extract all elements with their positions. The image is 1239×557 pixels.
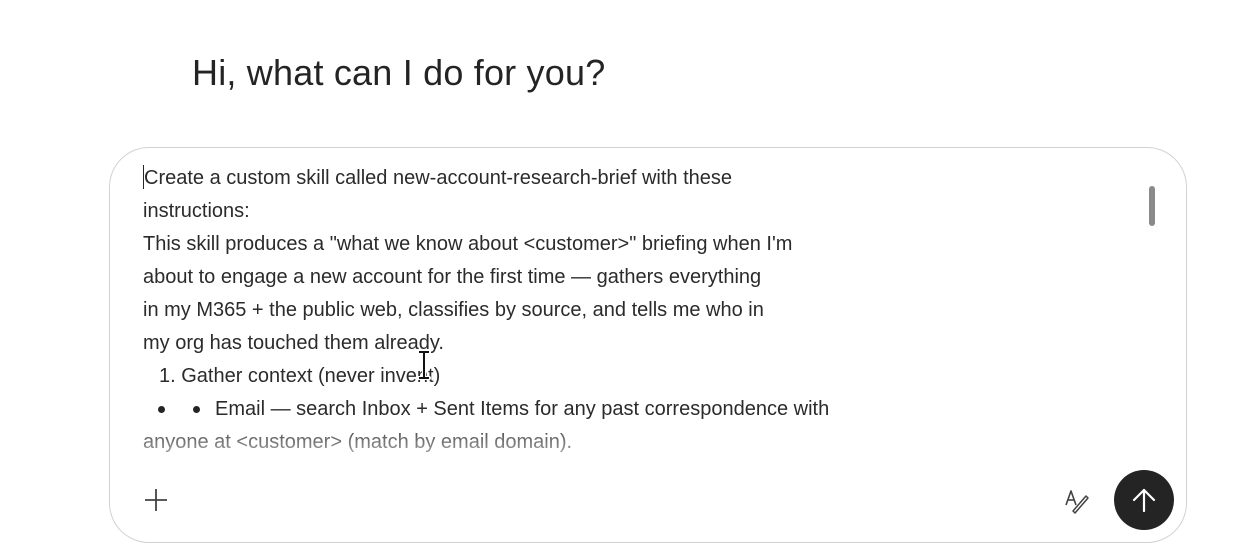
message-line: This skill produces a "what we know abou… bbox=[143, 233, 793, 255]
bullet-list-item: Email — search Inbox + Sent Items for an… bbox=[143, 393, 1143, 426]
message-line: in my M365 + the public web, classifies … bbox=[143, 299, 764, 321]
message-line: about to engage a new account for the fi… bbox=[143, 266, 762, 288]
ordered-list-item: 1. Gather context (never invent) bbox=[159, 365, 441, 387]
scrollbar-thumb[interactable] bbox=[1149, 186, 1155, 226]
bullet-icon bbox=[193, 406, 200, 413]
bullet-icon bbox=[158, 406, 165, 413]
text-tone-icon bbox=[1065, 490, 1089, 514]
message-line: Create a custom skill called new-account… bbox=[143, 165, 733, 189]
message-line: my org has touched them already. bbox=[143, 332, 444, 354]
rewrite-tone-button[interactable] bbox=[1060, 483, 1094, 517]
message-line: anyone at <customer> (match by email dom… bbox=[143, 431, 573, 453]
message-line: instructions: bbox=[143, 200, 250, 222]
add-attachment-button[interactable] bbox=[140, 484, 172, 516]
chat-composer: Create a custom skill called new-account… bbox=[109, 147, 1187, 543]
message-input[interactable]: Create a custom skill called new-account… bbox=[143, 162, 1143, 460]
text-cursor-icon bbox=[417, 350, 431, 380]
plus-icon bbox=[145, 489, 167, 511]
page-greeting: Hi, what can I do for you? bbox=[192, 52, 606, 93]
send-button[interactable] bbox=[1114, 470, 1174, 530]
arrow-up-icon bbox=[1132, 488, 1156, 513]
